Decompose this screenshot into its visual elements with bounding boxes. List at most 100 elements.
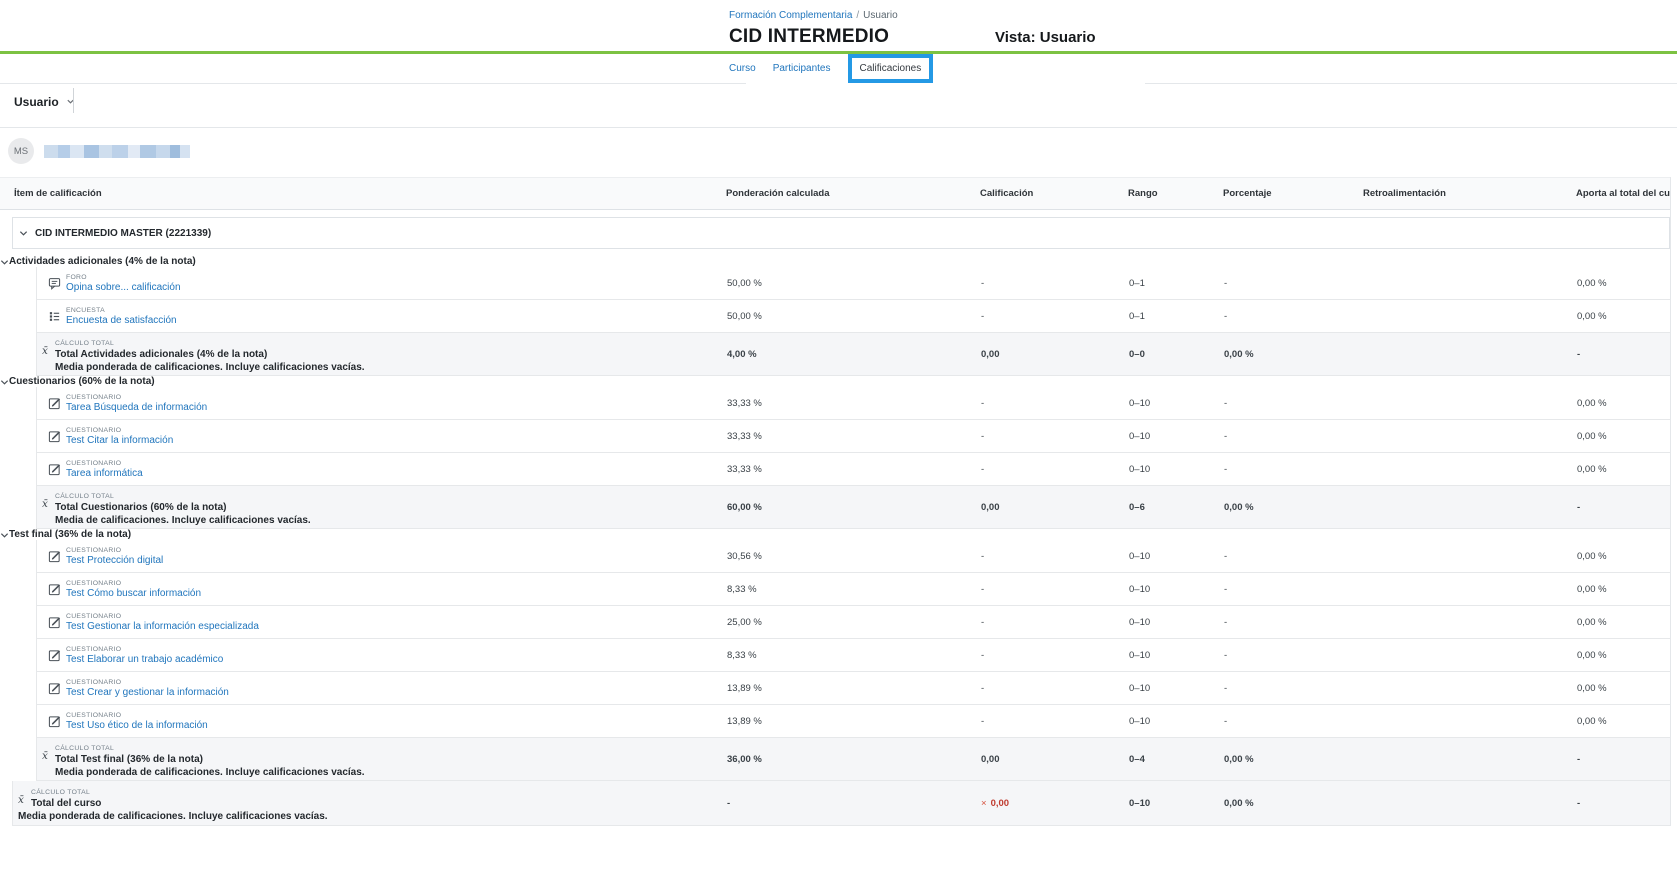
xbar-mean-icon: x̄ [39, 345, 51, 357]
weight-cell: - [727, 798, 981, 809]
chevron-down-icon[interactable] [0, 531, 9, 540]
weight-cell: 33,33 % [727, 398, 981, 409]
tabbar-divider-left [0, 83, 746, 84]
breadcrumb-separator: / [856, 10, 859, 21]
table-row-category: Test final (36% de la nota) [0, 529, 1670, 540]
item-cell: CID INTERMEDIO MASTER (2221339) [13, 228, 727, 239]
grade-item-link[interactable]: Test Protección digital [66, 555, 163, 567]
xbar-mean-icon: x̄ [15, 794, 27, 806]
weight-cell: 25,00 % [727, 617, 981, 628]
grade-cell: - [981, 431, 1129, 442]
table-row-item: CUESTIONARIOTest Cómo buscar información… [36, 573, 1670, 606]
table-row-course-total: x̄CÁLCULO TOTALTotal del cursoMedia pond… [12, 781, 1670, 826]
weight-cell: 8,33 % [727, 584, 981, 595]
grade-item-link[interactable]: Test Cómo buscar información [66, 588, 201, 600]
total-description: Media ponderada de calificaciones. Inclu… [55, 361, 365, 374]
range-cell: 0–10 [1129, 584, 1224, 595]
xbar-mean-icon: x̄ [39, 750, 51, 762]
contribution-cell: - [1577, 798, 1671, 809]
range-cell: 0–10 [1129, 464, 1224, 475]
percent-cell: - [1224, 584, 1364, 595]
range-cell: 0–10 [1129, 650, 1224, 661]
grade-cell: - [981, 584, 1129, 595]
chevron-down-icon[interactable] [19, 229, 28, 238]
grade-item-link[interactable]: Test Citar la información [66, 435, 173, 447]
item-cell: Actividades adicionales (4% de la nota) [0, 256, 726, 267]
percent-cell: 0,00 % [1224, 754, 1364, 765]
weight-cell: 30,56 % [727, 551, 981, 562]
chevron-down-icon[interactable] [0, 378, 9, 387]
breadcrumb-link-formacion[interactable]: Formación Complementaria [729, 10, 852, 21]
grade-value: 0,00 [991, 798, 1010, 809]
percent-cell: - [1224, 716, 1364, 727]
contribution-cell: - [1577, 754, 1671, 765]
grade-cell: - [981, 464, 1129, 475]
item-cell: CUESTIONARIOTest Elaborar un trabajo aca… [37, 645, 727, 666]
table-row-category: Cuestionarios (60% de la nota) [0, 376, 1670, 387]
toolbar-bottom-divider [0, 127, 1677, 128]
table-row-item: CUESTIONARIOTest Uso ético de la informa… [36, 705, 1670, 738]
table-row-item: CUESTIONARIOTest Elaborar un trabajo aca… [36, 639, 1670, 672]
toolbar-divider [73, 88, 74, 113]
grade-item-link[interactable]: Test Elaborar un trabajo académico [66, 654, 223, 666]
total-description: Media ponderada de calificaciones. Inclu… [55, 766, 365, 779]
grade-cell: - [981, 278, 1129, 289]
table-row-course: CID INTERMEDIO MASTER (2221339) [12, 217, 1670, 249]
quiz-icon [47, 397, 61, 410]
grade-cell: - [981, 551, 1129, 562]
chevron-down-icon[interactable] [0, 258, 9, 267]
breadcrumb-current: Usuario [863, 10, 897, 21]
table-row-total: x̄CÁLCULO TOTALTotal Cuestionarios (60% … [36, 486, 1670, 529]
grade-cell: 0,00 [981, 502, 1129, 513]
user-identity: MS [8, 138, 190, 164]
weight-cell: 4,00 % [727, 349, 981, 360]
col-header-range: Rango [1128, 188, 1223, 199]
col-header-item: Ítem de calificación [0, 188, 726, 199]
grade-item-link[interactable]: Test Gestionar la información especializ… [66, 621, 259, 633]
table-row-item: CUESTIONARIOTest Crear y gestionar la in… [36, 672, 1670, 705]
category-label: Cuestionarios (60% de la nota) [9, 376, 155, 387]
weight-cell: 50,00 % [727, 311, 981, 322]
grade-item-link[interactable]: Tarea informática [66, 468, 143, 480]
grade-item-link[interactable]: Encuesta de satisfacción [66, 315, 177, 327]
tab-calificaciones[interactable]: Calificaciones [848, 54, 934, 83]
contribution-cell: 0,00 % [1577, 650, 1671, 661]
report-selector-label: Usuario [14, 95, 59, 109]
grade-cell: - [981, 617, 1129, 628]
percent-cell: 0,00 % [1224, 349, 1364, 360]
contribution-cell: 0,00 % [1577, 551, 1671, 562]
survey-icon [47, 310, 61, 323]
grade-item-link[interactable]: Test Uso ético de la información [66, 720, 208, 732]
range-cell: 0–10 [1129, 617, 1224, 628]
contribution-cell: 0,00 % [1577, 311, 1671, 322]
forum-icon [47, 277, 61, 290]
item-kind: ENCUESTA [66, 306, 177, 315]
range-cell: 0–6 [1129, 502, 1224, 513]
grade-item-link[interactable]: Opina sobre... calificación [66, 282, 181, 294]
report-selector[interactable]: Usuario [14, 90, 75, 114]
tab-participantes[interactable]: Participantes [773, 63, 831, 74]
tab-curso[interactable]: Curso [729, 63, 756, 74]
grade-table: Ítem de calificación Ponderación calcula… [0, 177, 1671, 826]
category-label: Actividades adicionales (4% de la nota) [9, 256, 196, 267]
contribution-cell: 0,00 % [1577, 398, 1671, 409]
quiz-icon [47, 715, 61, 728]
page-title: CID INTERMEDIO [729, 26, 889, 48]
total-kind: CÁLCULO TOTAL [55, 744, 365, 753]
item-cell: x̄CÁLCULO TOTALTotal Actividades adicion… [37, 334, 727, 374]
contribution-cell: 0,00 % [1577, 584, 1671, 595]
quiz-icon [47, 463, 61, 476]
col-header-percent: Porcentaje [1223, 188, 1363, 199]
item-cell: x̄CÁLCULO TOTALTotal del cursoMedia pond… [13, 783, 727, 823]
grade-item-link[interactable]: Test Crear y gestionar la información [66, 687, 229, 699]
item-cell: CUESTIONARIOTest Crear y gestionar la in… [37, 678, 727, 699]
item-cell: CUESTIONARIOTest Gestionar la informació… [37, 612, 727, 633]
grade-error-icon: × [981, 798, 987, 809]
item-kind: CUESTIONARIO [66, 459, 143, 468]
grade-item-link[interactable]: Tarea Búsqueda de información [66, 402, 207, 414]
quiz-icon [47, 430, 61, 443]
contribution-cell: - [1577, 502, 1671, 513]
gradebook-user-report-page: Formación Complementaria / Usuario CID INT… [0, 0, 1677, 877]
percent-cell: - [1224, 617, 1364, 628]
item-cell: x̄CÁLCULO TOTALTotal Test final (36% de … [37, 739, 727, 779]
